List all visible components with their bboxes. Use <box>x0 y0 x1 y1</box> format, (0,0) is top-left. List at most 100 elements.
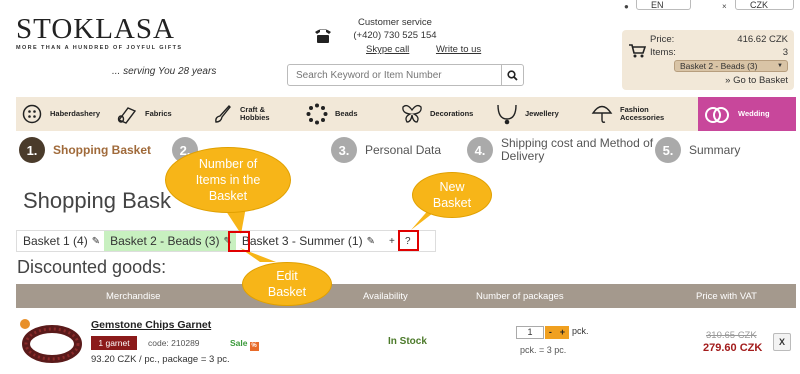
nav-label: Wedding <box>738 109 770 118</box>
cart-price-value: 416.62 CZK <box>737 34 788 45</box>
logo[interactable]: STOKLASA MORE THAN A HUNDRED OF JOYFUL G… <box>16 14 182 51</box>
nav-label: Decorations <box>430 109 474 118</box>
nav-item-haberdashery[interactable]: Haberdashery <box>16 97 111 131</box>
plus-icon[interactable]: + <box>560 326 565 339</box>
umbrella-icon <box>590 102 614 126</box>
nav-label: Fashion Accessories <box>620 105 665 122</box>
search-button[interactable] <box>501 65 523 85</box>
service-links: Skype call Write to us <box>366 44 505 55</box>
callout-new-basket: New Basket <box>412 172 492 218</box>
pencil-icon[interactable]: ✎ <box>367 236 375 247</box>
product-code: code: 210289 <box>148 338 200 348</box>
nav-label: Beads <box>335 109 358 118</box>
product-name-link[interactable]: Gemstone Chips Garnet <box>91 319 211 331</box>
page-title: Shopping Bask <box>23 188 171 213</box>
nav-label: Craft & Hobbies <box>240 105 270 122</box>
go-to-basket-link[interactable]: » Go to Basket <box>725 75 788 86</box>
tab-label: Basket 3 - Summer (1) <box>241 234 363 248</box>
nav-item-fashion-accessories[interactable]: Fashion Accessories <box>586 97 681 131</box>
step-personal-data[interactable]: 3. Personal Data <box>331 137 441 163</box>
step-number: 3. <box>331 137 357 163</box>
col-price: Price with VAT <box>696 291 757 302</box>
package-note: pck. = 3 pc. <box>520 345 567 355</box>
fabric-roll-icon <box>115 102 139 126</box>
col-availability: Availability <box>363 291 408 302</box>
step-number: 4. <box>467 137 493 163</box>
basket-select-value: Basket 2 - Beads (3) <box>680 61 758 71</box>
cart-price-label: Price: <box>650 34 675 45</box>
currency-select[interactable]: CZK <box>735 0 794 10</box>
chevron-down-icon: ▼ <box>777 63 783 69</box>
skype-call-link[interactable]: Skype call <box>366 44 409 55</box>
language-select[interactable]: EN <box>636 0 691 10</box>
quantity-unit: pck. <box>572 326 589 336</box>
nav-label: Haberdashery <box>50 109 101 118</box>
tab-basket-1[interactable]: Basket 1 (4) ✎ <box>17 231 104 251</box>
customer-service: Customer service (+420) 730 525 154 <box>340 16 450 42</box>
write-to-us-link[interactable]: Write to us <box>436 44 481 55</box>
tab-label: Basket 1 (4) <box>23 234 88 248</box>
currency-icon: × <box>722 2 727 11</box>
button-icon <box>20 102 44 126</box>
service-title: Customer service <box>358 17 432 28</box>
serving-years-text: ... serving You 28 years <box>112 66 217 77</box>
nav-item-decorations[interactable]: Decorations <box>396 97 491 131</box>
necklace-icon <box>495 102 519 126</box>
product-variant-badge: 1 garnet <box>91 336 137 350</box>
package-info: 93.20 CZK / pc., package = 3 pc. <box>91 354 230 365</box>
mini-cart: Price: 416.62 CZK Items: 3 Basket 2 - Be… <box>622 30 794 90</box>
butterfly-icon <box>400 102 424 126</box>
logo-tagline: MORE THAN A HUNDRED OF JOYFUL GIFTS <box>16 45 183 51</box>
step-label: Shopping Basket <box>53 143 152 157</box>
basket-select[interactable]: Basket 2 - Beads (3) ▼ <box>674 60 788 72</box>
col-merchandise: Merchandise <box>106 291 161 302</box>
nav-label: Jewellery <box>525 109 559 118</box>
sale-text: Sale <box>230 338 248 348</box>
cart-items-label: Items: <box>650 47 676 58</box>
cart-icon <box>629 44 646 58</box>
step-label: Shipping cost and Method of Delivery <box>501 136 654 163</box>
nav-item-jewellery[interactable]: Jewellery <box>491 97 586 131</box>
availability-status: In Stock <box>388 336 427 347</box>
service-phone: (+420) 730 525 154 <box>353 30 437 41</box>
price-original: 310.65 CZK <box>706 330 757 341</box>
nav-item-craft-hobbies[interactable]: Craft & Hobbies <box>206 97 301 131</box>
col-packages: Number of packages <box>476 291 564 302</box>
search-icon <box>507 69 518 81</box>
nav-item-beads[interactable]: Beads <box>301 97 396 131</box>
table-header: Merchandise Availability Number of packa… <box>16 284 796 308</box>
rings-icon <box>702 102 732 126</box>
step-number: 5. <box>655 137 681 163</box>
step-summary[interactable]: 5. Summary <box>655 137 740 163</box>
step-shopping-basket[interactable]: 1. Shopping Basket <box>19 137 151 163</box>
category-nav: Haberdashery Fabrics Craft & Hobbies Bea… <box>16 97 796 131</box>
brush-icon <box>210 102 234 126</box>
sale-label: Sale% <box>230 338 259 351</box>
nav-item-fabrics[interactable]: Fabrics <box>111 97 206 131</box>
quantity-input[interactable]: 1 <box>516 326 544 339</box>
sale-tag-icon: % <box>249 342 259 351</box>
quantity-stepper[interactable]: - + <box>545 326 569 339</box>
tab-basket-3[interactable]: Basket 3 - Summer (1) ✎ <box>236 231 379 251</box>
remove-item-button[interactable]: X <box>773 333 791 351</box>
globe-icon: ● <box>624 2 629 11</box>
beads-icon <box>305 102 329 126</box>
product-image[interactable] <box>18 318 82 366</box>
callout-edit-basket: Edit Basket <box>242 262 332 306</box>
cart-items-value: 3 <box>782 47 788 58</box>
logo-text: STOKLASA <box>16 13 175 45</box>
search-input[interactable] <box>288 65 501 85</box>
price-discounted: 279.60 CZK <box>703 342 763 354</box>
step-label: Personal Data <box>365 143 442 157</box>
nav-item-wedding[interactable]: Wedding <box>698 97 796 131</box>
callout-number-of-items: Number of Items in the Basket <box>165 147 291 213</box>
step-label: Summary <box>689 143 741 157</box>
minus-icon[interactable]: - <box>549 326 552 339</box>
section-title: Discounted goods: <box>17 257 167 277</box>
step-shipping[interactable]: 4. Shipping cost and Method of Delivery <box>467 137 661 163</box>
nav-label: Fabrics <box>145 109 172 118</box>
phone-icon <box>315 29 331 43</box>
search-bar <box>287 64 524 86</box>
tab-basket-2[interactable]: Basket 2 - Beads (3) ✎ <box>104 231 236 251</box>
pencil-icon[interactable]: ✎ <box>92 236 100 247</box>
